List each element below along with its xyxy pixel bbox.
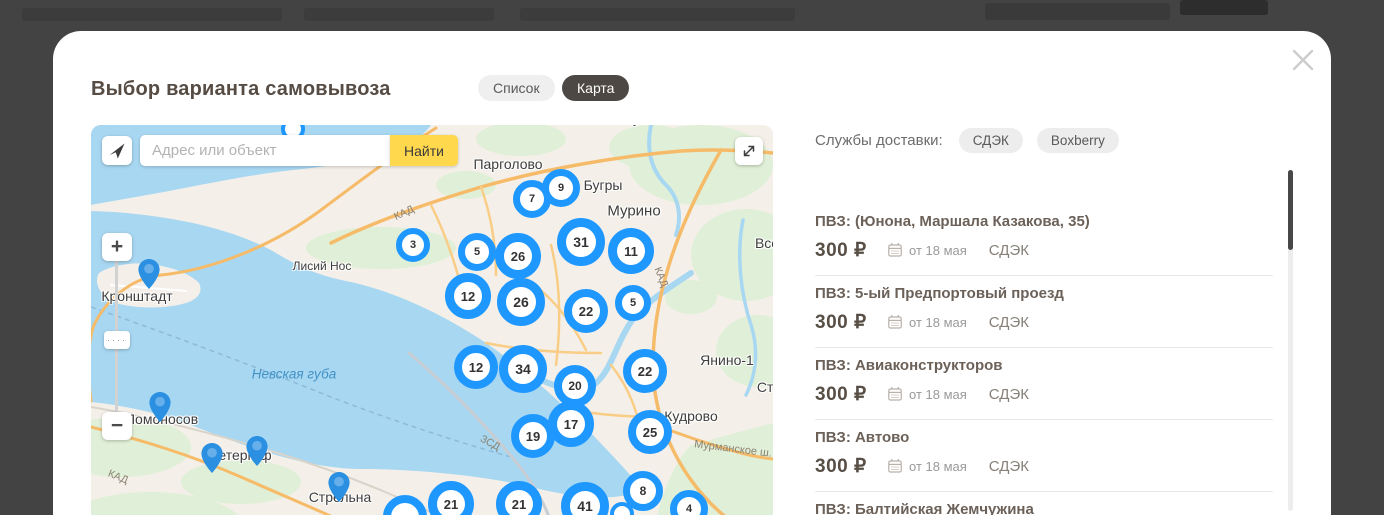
pickup-item[interactable]: ПВЗ: Автово 300 ₽ от 18 мая СДЭК bbox=[815, 420, 1273, 492]
map-cluster[interactable]: 12 bbox=[445, 273, 491, 319]
pickup-price: 300 ₽ bbox=[815, 239, 887, 262]
map-label: Бугры bbox=[584, 177, 623, 193]
calendar-icon bbox=[887, 242, 903, 258]
tab-map[interactable]: Карта bbox=[562, 75, 629, 101]
map-cluster[interactable]: 3 bbox=[396, 228, 430, 262]
pickup-price: 300 ₽ bbox=[815, 311, 887, 334]
map-label: Янино-1 bbox=[700, 352, 754, 368]
dimmed-page-content bbox=[520, 8, 795, 21]
map-cluster[interactable]: 8 bbox=[623, 471, 663, 511]
page: Выбор варианта самовывоза Список Карта bbox=[0, 0, 1384, 515]
service-chip-boxberry[interactable]: Boxberry bbox=[1037, 128, 1119, 153]
map-pin[interactable] bbox=[149, 392, 171, 422]
map-cluster[interactable]: 22 bbox=[564, 289, 608, 333]
pickup-service: СДЭК bbox=[989, 386, 1029, 403]
map-pin[interactable] bbox=[328, 472, 350, 502]
ruler-button[interactable]: ···· bbox=[104, 331, 130, 349]
map-cluster[interactable]: 26 bbox=[495, 233, 541, 279]
zoom-out-button[interactable]: − bbox=[102, 412, 132, 440]
map-label: Кронштадт bbox=[101, 288, 172, 304]
pickup-service: СДЭК bbox=[989, 314, 1029, 331]
pickup-date: от 18 мая bbox=[909, 459, 967, 474]
service-chip-cdek[interactable]: СДЭК bbox=[959, 128, 1023, 153]
map-cluster[interactable]: 9 bbox=[542, 169, 580, 207]
pickup-name: ПВЗ: Авиаконструкторов bbox=[815, 357, 1273, 374]
dimmed-page-content bbox=[22, 8, 282, 21]
calendar-icon bbox=[887, 458, 903, 474]
page-title: Выбор варианта самовывоза bbox=[91, 76, 391, 102]
pickup-item[interactable]: ПВЗ: (Юнона, Маршала Казакова, 35) 300 ₽… bbox=[815, 204, 1273, 276]
pickup-name: ПВЗ: (Юнона, Маршала Казакова, 35) bbox=[815, 213, 1273, 230]
map-pin[interactable] bbox=[246, 436, 268, 466]
dimmed-page-content bbox=[304, 8, 494, 21]
map-cluster[interactable]: 34 bbox=[499, 345, 547, 393]
pickup-modal: Выбор варианта самовывоза Список Карта bbox=[53, 31, 1331, 515]
pickup-list: ПВЗ: (Юнона, Маршала Казакова, 35) 300 ₽… bbox=[815, 204, 1273, 515]
map-cluster[interactable]: 12 bbox=[454, 345, 498, 389]
pickup-date: от 18 мая bbox=[909, 315, 967, 330]
pickup-service: СДЭК bbox=[989, 242, 1029, 259]
pickup-name: ПВЗ: 5-ый Предпортовый проезд bbox=[815, 285, 1273, 302]
map-cluster[interactable]: 22 bbox=[623, 349, 667, 393]
map-pin[interactable] bbox=[138, 259, 160, 289]
pickup-name: ПВЗ: Балтийская Жемчужина bbox=[815, 501, 1273, 515]
map[interactable]: Кузьмоловский Парголово Бугры Мурино Все Лиси… bbox=[91, 125, 773, 515]
fullscreen-button[interactable] bbox=[735, 137, 763, 165]
geolocation-arrow-icon bbox=[107, 141, 127, 161]
map-cluster[interactable]: 5 bbox=[615, 285, 651, 321]
map-label: Мурино bbox=[607, 203, 660, 220]
tab-list[interactable]: Список bbox=[478, 75, 555, 101]
calendar-icon bbox=[887, 386, 903, 402]
close-icon[interactable] bbox=[1289, 46, 1317, 74]
list-scrollbar-thumb[interactable] bbox=[1288, 170, 1293, 250]
map-cluster[interactable]: 31 bbox=[557, 218, 605, 266]
delivery-services-label: Службы доставки: bbox=[815, 132, 943, 149]
calendar-icon bbox=[887, 314, 903, 330]
pickup-price: 300 ₽ bbox=[815, 455, 887, 478]
map-label: Кудрово bbox=[664, 408, 718, 424]
list-scrollbar[interactable] bbox=[1288, 170, 1293, 511]
map-search-button[interactable]: Найти bbox=[390, 135, 458, 166]
map-label: Все bbox=[755, 235, 773, 251]
map-search-input[interactable] bbox=[140, 135, 390, 166]
map-pin[interactable] bbox=[201, 443, 223, 473]
map-background bbox=[91, 125, 773, 515]
zoom-in-button[interactable]: + bbox=[102, 233, 132, 261]
pickup-date: от 18 мая bbox=[909, 243, 967, 258]
pickup-date: от 18 мая bbox=[909, 387, 967, 402]
dimmed-page-content bbox=[1180, 0, 1268, 15]
map-label: Ста bbox=[757, 379, 773, 395]
map-label: Невская губа bbox=[252, 367, 336, 382]
pickup-panel: Службы доставки: СДЭК Boxberry ПВЗ: (Юно… bbox=[815, 127, 1273, 515]
pickup-item[interactable]: ПВЗ: Балтийская Жемчужина 300 ₽ от 18 ма… bbox=[815, 492, 1273, 515]
map-cluster[interactable]: 26 bbox=[497, 278, 545, 326]
pickup-price: 300 ₽ bbox=[815, 383, 887, 406]
pickup-name: ПВЗ: Автово bbox=[815, 429, 1273, 446]
map-label: Кузьмоловский bbox=[625, 125, 716, 127]
map-cluster[interactable]: 17 bbox=[548, 401, 594, 447]
expand-icon bbox=[740, 142, 758, 160]
pickup-item[interactable]: ПВЗ: Авиаконструкторов 300 ₽ от 18 мая С… bbox=[815, 348, 1273, 420]
geolocation-button[interactable] bbox=[102, 136, 132, 165]
dimmed-page-content bbox=[985, 3, 1170, 20]
map-cluster[interactable]: 25 bbox=[628, 410, 672, 454]
map-label: Лисий Нос bbox=[293, 259, 352, 273]
map-cluster[interactable]: 5 bbox=[458, 233, 496, 271]
pickup-service: СДЭК bbox=[989, 458, 1029, 475]
map-label: Парголово bbox=[473, 156, 542, 172]
pickup-item[interactable]: ПВЗ: 5-ый Предпортовый проезд 300 ₽ от 1… bbox=[815, 276, 1273, 348]
delivery-services-row: Службы доставки: СДЭК Boxberry bbox=[815, 127, 1273, 153]
map-cluster[interactable]: 11 bbox=[608, 228, 654, 274]
